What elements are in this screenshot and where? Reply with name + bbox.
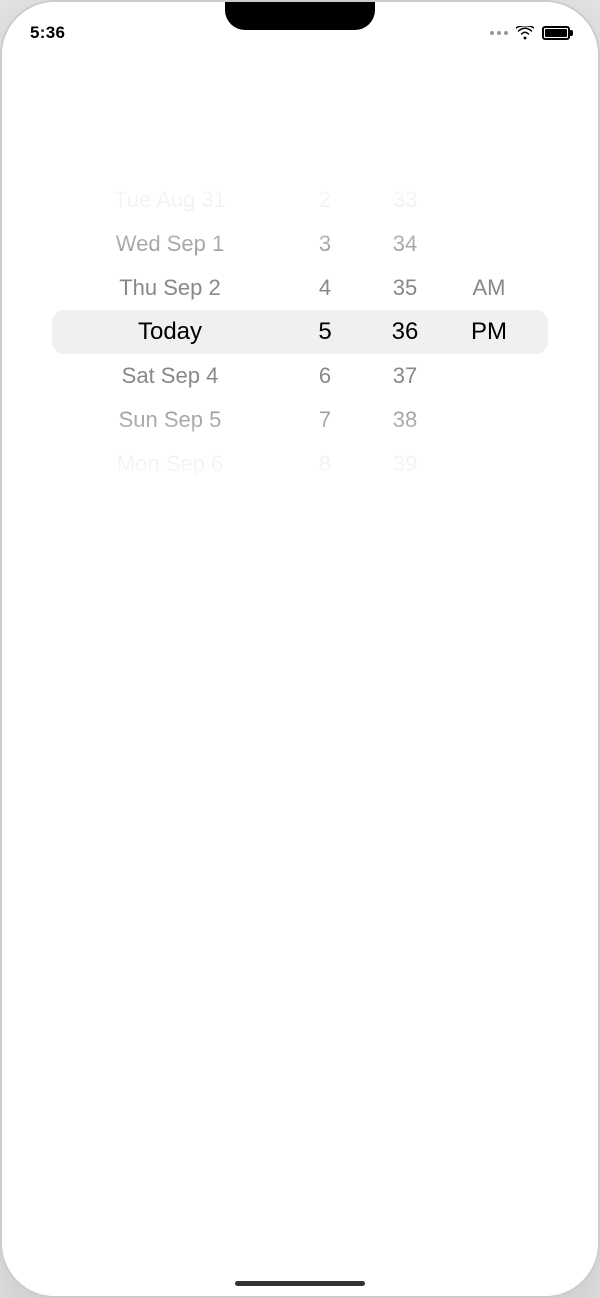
minute-cell-4: 37 — [393, 354, 417, 398]
list-item: 7 — [285, 398, 365, 442]
list-item: PM — [453, 310, 525, 354]
phone-frame: 5:36 — [0, 0, 600, 1298]
list-item — [453, 222, 525, 266]
date-cell-1: Wed Sep 1 — [116, 222, 224, 266]
list-item — [453, 178, 525, 222]
date-cell-2: Thu Sep 2 — [119, 266, 221, 310]
status-time: 5:36 — [30, 23, 65, 43]
datetime-picker[interactable]: Tue Aug 31 Wed Sep 1 Thu Sep 2 Today Sat… — [2, 172, 598, 492]
list-item: 39 — [365, 442, 445, 486]
hour-cell-2: 4 — [319, 266, 331, 310]
date-cell-4: Sat Sep 4 — [122, 354, 219, 398]
list-item: Today — [75, 310, 265, 354]
battery-fill — [545, 29, 567, 37]
ampm-column[interactable]: AM PM — [445, 178, 525, 486]
date-cell-6: Mon Sep 6 — [117, 442, 223, 486]
minute-cell-5: 38 — [393, 398, 417, 442]
list-item: Mon Sep 6 — [75, 442, 265, 486]
status-icons — [490, 26, 570, 40]
minute-cell-1: 34 — [393, 222, 417, 266]
minute-cell-2: 35 — [393, 266, 417, 310]
minute-cell-3: 36 — [392, 310, 419, 354]
picker-wheel: Tue Aug 31 Wed Sep 1 Thu Sep 2 Today Sat… — [2, 172, 598, 492]
list-item: 6 — [285, 354, 365, 398]
list-item: 2 — [285, 178, 365, 222]
hour-cell-6: 8 — [319, 442, 331, 486]
list-item: 3 — [285, 222, 365, 266]
list-item: 34 — [365, 222, 445, 266]
notch — [225, 2, 375, 30]
list-item: 38 — [365, 398, 445, 442]
hour-column[interactable]: 2 3 4 5 6 7 — [285, 178, 365, 486]
list-item — [453, 398, 525, 442]
list-item: 33 — [365, 178, 445, 222]
list-item: 35 — [365, 266, 445, 310]
list-item — [453, 354, 525, 398]
date-cell-0: Tue Aug 31 — [114, 178, 226, 222]
hour-cell-3: 5 — [318, 310, 331, 354]
list-item: Sat Sep 4 — [75, 354, 265, 398]
hour-cell-4: 6 — [319, 354, 331, 398]
date-cell-3: Today — [138, 310, 202, 354]
date-cell-5: Sun Sep 5 — [119, 398, 222, 442]
hour-cell-0: 2 — [319, 178, 331, 222]
list-item — [453, 442, 525, 486]
list-item: Sun Sep 5 — [75, 398, 265, 442]
list-item: 5 — [285, 310, 365, 354]
list-item: Thu Sep 2 — [75, 266, 265, 310]
wifi-icon — [516, 26, 534, 40]
list-item: 37 — [365, 354, 445, 398]
hour-cell-5: 7 — [319, 398, 331, 442]
list-item: Tue Aug 31 — [75, 178, 265, 222]
ampm-cell-3: PM — [471, 310, 507, 354]
minute-cell-0: 33 — [393, 178, 417, 222]
list-item: 4 — [285, 266, 365, 310]
battery-icon — [542, 26, 570, 40]
hour-cell-1: 3 — [319, 222, 331, 266]
list-item: Wed Sep 1 — [75, 222, 265, 266]
minute-cell-6: 39 — [393, 442, 417, 486]
main-content: Tue Aug 31 Wed Sep 1 Thu Sep 2 Today Sat… — [2, 52, 598, 1296]
list-item: 8 — [285, 442, 365, 486]
list-item: 36 — [365, 310, 445, 354]
ampm-cell-2: AM — [473, 266, 506, 310]
signal-icon — [490, 31, 508, 35]
home-indicator[interactable] — [235, 1281, 365, 1286]
date-column[interactable]: Tue Aug 31 Wed Sep 1 Thu Sep 2 Today Sat… — [75, 178, 285, 486]
minute-column[interactable]: 33 34 35 36 37 38 — [365, 178, 445, 486]
list-item: AM — [453, 266, 525, 310]
